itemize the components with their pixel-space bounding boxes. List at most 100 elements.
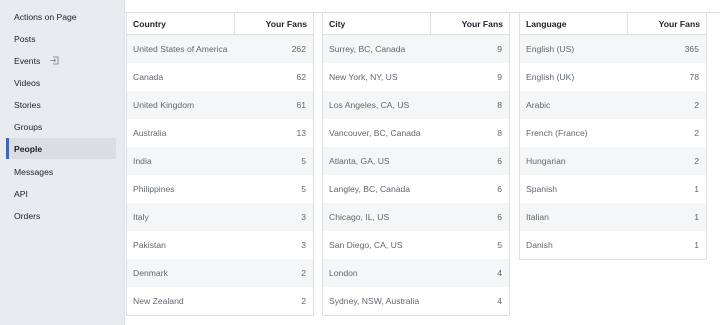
- sidebar-item-label: Orders: [14, 210, 41, 221]
- sidebar-item-actions-on-page[interactable]: Actions on Page: [6, 6, 116, 27]
- main-panel: Country Your Fans United States of Ameri…: [124, 0, 720, 325]
- table-row: Philippines 5: [127, 175, 313, 203]
- table-row: French (France) 2: [520, 119, 706, 147]
- table-row: English (US) 365: [520, 35, 706, 63]
- row-name: New York, NY, US: [329, 72, 398, 82]
- table-row: Denmark 2: [127, 259, 313, 287]
- table-row: Sydney, NSW, Australia 4: [323, 287, 509, 315]
- row-name: Surrey, BC, Canada: [329, 44, 406, 54]
- table-row: Australia 13: [127, 119, 313, 147]
- sidebar-item-label: Videos: [14, 77, 41, 88]
- row-value: 1: [694, 240, 699, 250]
- table-row: India 5: [127, 147, 313, 175]
- table-header: City Your Fans: [323, 13, 509, 35]
- column-header-language[interactable]: Language: [520, 13, 628, 34]
- sidebar-item-stories[interactable]: Stories: [6, 94, 116, 115]
- row-name: Hungarian: [526, 156, 566, 166]
- row-name: Italian: [526, 212, 549, 222]
- row-name: Spanish: [526, 184, 558, 194]
- table-body: English (US) 365 English (UK) 78 Arabic 2 F…: [520, 35, 706, 259]
- table-header: Country Your Fans: [127, 13, 313, 35]
- city-table: City Your Fans Surrey, BC, Canada 9 New Y…: [322, 13, 510, 316]
- sidebar-item-label: API: [14, 188, 28, 199]
- column-header-fans[interactable]: Your Fans: [235, 13, 313, 34]
- row-value: 2: [694, 128, 699, 138]
- table-row: Atlanta, GA, US 6: [323, 147, 509, 175]
- sidebar-item-label: Groups: [14, 121, 43, 132]
- row-value: 2: [694, 100, 699, 110]
- row-name: Danish: [526, 240, 553, 250]
- row-name: United Kingdom: [133, 100, 195, 110]
- sidebar-item-people[interactable]: People: [6, 138, 116, 159]
- row-name: English (UK): [526, 72, 575, 82]
- sidebar-item-label: Posts: [14, 33, 36, 44]
- table-row: Italy 3: [127, 203, 313, 231]
- row-value: 13: [296, 128, 306, 138]
- row-name: Langley, BC, Canada: [329, 184, 411, 194]
- row-value: 61: [296, 100, 306, 110]
- sidebar-item-posts[interactable]: Posts: [6, 28, 116, 49]
- table-row: New Zealand 2: [127, 287, 313, 315]
- row-name: United States of America: [133, 44, 228, 54]
- row-value: 4: [497, 268, 502, 278]
- column-header-country[interactable]: Country: [127, 13, 235, 34]
- row-value: 9: [497, 72, 502, 82]
- table-row: Surrey, BC, Canada 9: [323, 35, 509, 63]
- row-value: 8: [497, 128, 502, 138]
- column-header-city[interactable]: City: [323, 13, 431, 34]
- row-value: 6: [497, 156, 502, 166]
- table-row: Danish 1: [520, 231, 706, 259]
- sidebar-item-api[interactable]: API: [6, 183, 116, 204]
- sidebar-item-label: Messages: [14, 166, 54, 177]
- row-name: Italy: [133, 212, 149, 222]
- sidebar-item-groups[interactable]: Groups: [6, 116, 116, 137]
- column-header-fans[interactable]: Your Fans: [628, 13, 706, 34]
- row-value: 5: [497, 240, 502, 250]
- country-table: Country Your Fans United States of Ameri…: [126, 13, 314, 316]
- table-row: Vancouver, BC, Canada 8: [323, 119, 509, 147]
- row-value: 8: [497, 100, 502, 110]
- row-name: Philippines: [133, 184, 175, 194]
- table-header: Language Your Fans: [520, 13, 706, 35]
- row-value: 9: [497, 44, 502, 54]
- row-name: Chicago, IL, US: [329, 212, 390, 222]
- column-header-fans[interactable]: Your Fans: [431, 13, 509, 34]
- sidebar-item-label: Actions on Page: [14, 11, 77, 22]
- row-value: 5: [301, 184, 306, 194]
- sidebar-item-messages[interactable]: Messages: [6, 161, 116, 182]
- sidebar-item-orders[interactable]: Orders: [6, 205, 116, 226]
- sidebar-nav: Actions on Page Posts Events Videos Stor…: [0, 0, 118, 325]
- row-name: Los Angeles, CA, US: [329, 100, 410, 110]
- table-row: Langley, BC, Canada 6: [323, 175, 509, 203]
- table-row: New York, NY, US 9: [323, 63, 509, 91]
- table-row: English (UK) 78: [520, 63, 706, 91]
- row-value: 5: [301, 156, 306, 166]
- table-row: Arabic 2: [520, 91, 706, 119]
- table-row: Italian 1: [520, 203, 706, 231]
- row-name: San Diego, CA, US: [329, 240, 403, 250]
- row-value: 6: [497, 184, 502, 194]
- sidebar-item-label: Stories: [14, 99, 41, 110]
- exit-icon: [50, 56, 59, 65]
- row-value: 2: [694, 156, 699, 166]
- row-value: 262: [291, 44, 306, 54]
- sidebar-item-videos[interactable]: Videos: [6, 72, 116, 93]
- table-body: Surrey, BC, Canada 9 New York, NY, US 9 Lo…: [323, 35, 509, 315]
- row-value: 6: [497, 212, 502, 222]
- sidebar-item-events[interactable]: Events: [6, 50, 116, 71]
- row-value: 1: [694, 212, 699, 222]
- row-name: Canada: [133, 72, 164, 82]
- table-row: San Diego, CA, US 5: [323, 231, 509, 259]
- table-row: United States of America 262: [127, 35, 313, 63]
- table-row: United Kingdom 61: [127, 91, 313, 119]
- row-name: New Zealand: [133, 296, 184, 306]
- table-row: London 4: [323, 259, 509, 287]
- sidebar-item-label: People: [14, 143, 43, 154]
- panel-top-strip: [125, 0, 720, 13]
- row-name: Australia: [133, 128, 167, 138]
- table-row: Spanish 1: [520, 175, 706, 203]
- row-value: 3: [301, 212, 306, 222]
- row-name: Arabic: [526, 100, 551, 110]
- table-body: United States of America 262 Canada 62 Uni…: [127, 35, 313, 315]
- table-row: Chicago, IL, US 6: [323, 203, 509, 231]
